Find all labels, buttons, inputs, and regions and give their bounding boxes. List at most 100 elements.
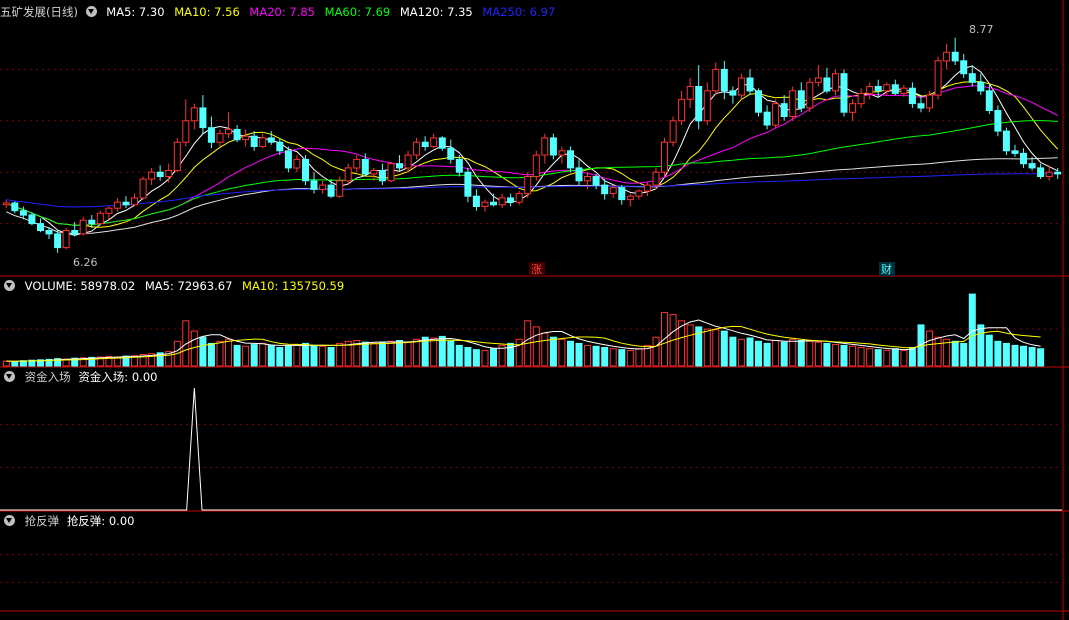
- volume-bar: [806, 340, 814, 367]
- candle-body: [866, 86, 874, 94]
- candle-body: [934, 60, 942, 96]
- volume-bar: [618, 349, 626, 367]
- volume-bar: [746, 337, 754, 367]
- candle-body: [943, 51, 951, 62]
- candle-body: [507, 197, 515, 203]
- candle-body: [45, 230, 53, 235]
- candle-body: [763, 111, 771, 126]
- volume-bar: [472, 349, 480, 367]
- ma120-line: [6, 157, 1058, 235]
- candle-body: [618, 187, 626, 201]
- candle-body: [54, 233, 62, 249]
- candle-body: [755, 90, 762, 113]
- candle-body: [165, 170, 173, 177]
- high-price-marker: 8.77: [969, 23, 994, 36]
- candle-body: [780, 103, 788, 117]
- candle-body: [951, 51, 959, 62]
- candle-body: [567, 150, 574, 169]
- volume-bar: [1037, 348, 1045, 367]
- low-price-marker: 6.26: [73, 256, 98, 269]
- volume-bar: [900, 349, 908, 367]
- volume-bar: [755, 340, 762, 367]
- candle-body: [1037, 167, 1045, 177]
- candle-body: [635, 190, 643, 197]
- candle-body: [259, 137, 267, 147]
- volume-bar: [994, 340, 1002, 367]
- volume-bar: [960, 342, 968, 367]
- candle-body: [438, 137, 446, 149]
- candle-body: [199, 107, 207, 129]
- candle-body: [592, 176, 600, 186]
- volume-bar: [413, 338, 421, 367]
- candle-body: [310, 180, 318, 190]
- volume-bar: [686, 324, 694, 367]
- volume-bar: [310, 344, 318, 367]
- volume-bar: [584, 344, 592, 367]
- candle-body: [814, 77, 822, 83]
- volume-bar: [284, 345, 292, 367]
- candle-body: [806, 81, 814, 109]
- volume-bar: [378, 342, 386, 367]
- candle-body: [737, 77, 745, 96]
- candle-body: [874, 86, 882, 92]
- volume-bar: [1020, 345, 1027, 367]
- candle-body: [62, 230, 70, 249]
- ma20-line: [6, 85, 1058, 226]
- candle-body: [122, 201, 130, 206]
- volume-bar: [823, 342, 831, 367]
- volume-bar: [225, 338, 232, 367]
- capital-inflow-spike: [0, 387, 1062, 511]
- volume-bar: [883, 349, 891, 367]
- volume-bar: [558, 338, 566, 367]
- candle-body: [182, 120, 190, 143]
- stock-chart-canvas[interactable]: 8.77 6.26 涨 财: [0, 0, 1069, 620]
- volume-bar: [763, 342, 771, 367]
- candle-body: [985, 90, 993, 112]
- volume-bar: [1028, 347, 1036, 367]
- candle-body: [113, 201, 121, 209]
- volume-bar: [840, 344, 848, 367]
- volume-bar: [849, 345, 857, 367]
- volume-bar: [199, 336, 207, 367]
- candle-body: [584, 176, 592, 182]
- candle-body: [746, 77, 754, 92]
- volume-bar: [2, 360, 10, 367]
- volume-bar: [908, 347, 916, 367]
- candle-body: [19, 210, 27, 216]
- volume-bar: [797, 340, 805, 367]
- candle-body: [472, 195, 480, 207]
- candle-body: [302, 158, 309, 182]
- candle-body: [678, 98, 686, 122]
- candle-body: [891, 84, 899, 94]
- volume-bar: [396, 340, 403, 367]
- candle-body: [430, 137, 438, 147]
- candle-body: [11, 202, 19, 212]
- candle-body: [481, 201, 489, 207]
- candle-body: [293, 158, 301, 169]
- volume-bar: [1011, 344, 1019, 367]
- candle-body: [720, 68, 728, 92]
- volume-bar: [370, 342, 378, 367]
- candle-body: [532, 154, 540, 178]
- candle-body: [524, 176, 532, 195]
- candle-body: [686, 86, 694, 100]
- candle-body: [643, 184, 651, 192]
- volume-bar: [267, 344, 275, 367]
- volume-bar: [729, 336, 737, 367]
- volume-bar: [302, 342, 309, 367]
- volume-bar: [11, 361, 19, 367]
- candle-body: [387, 163, 395, 182]
- volume-bar: [866, 348, 874, 367]
- volume-bar: [567, 340, 574, 367]
- volume-bar: [652, 336, 660, 367]
- candle-body: [832, 73, 839, 92]
- cai-badge[interactable]: 财: [881, 262, 892, 276]
- candle-body: [558, 150, 566, 156]
- candle-body: [242, 135, 250, 141]
- candle-body: [575, 167, 583, 182]
- volume-bar: [276, 347, 284, 367]
- zhang-badge[interactable]: 涨: [531, 263, 542, 276]
- candle-body: [515, 193, 523, 203]
- volume-bar: [387, 340, 395, 367]
- volume-bar: [592, 345, 600, 367]
